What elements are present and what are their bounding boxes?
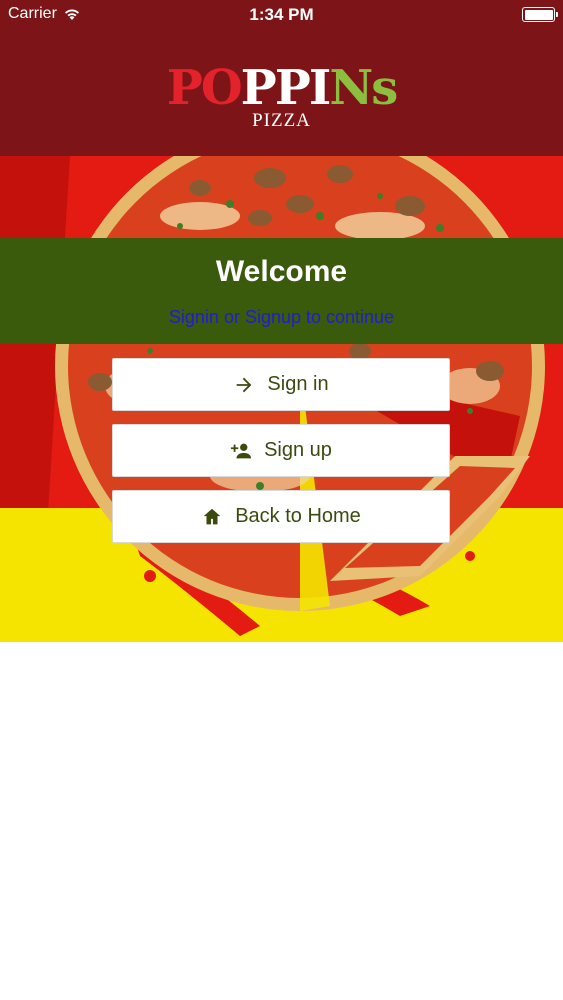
sign-up-button[interactable]: Sign up xyxy=(112,424,450,477)
back-to-home-button[interactable]: Back to Home xyxy=(112,490,450,543)
sign-up-label: Sign up xyxy=(264,439,332,461)
welcome-banner: Welcome Signin or Signup to continue xyxy=(0,238,563,344)
logo-letter: I xyxy=(308,60,331,116)
logo-letter: N xyxy=(329,60,373,116)
logo-letter: O xyxy=(200,60,243,116)
welcome-title: Welcome xyxy=(215,255,348,288)
status-time: 1:34 PM xyxy=(249,5,314,24)
logo-subtitle: PIZZA xyxy=(252,110,311,131)
logo-letter: s xyxy=(371,60,398,116)
logo-letter: P xyxy=(166,60,203,116)
app-header: Carrier 1:34 PM POPPINs PIZZA xyxy=(0,0,563,156)
person-add-icon xyxy=(230,443,252,458)
back-to-home-label: Back to Home xyxy=(235,505,361,527)
arrow-right-icon xyxy=(237,377,252,392)
sign-in-label: Sign in xyxy=(267,373,329,395)
status-bar: Carrier 1:34 PM xyxy=(0,0,563,30)
sign-in-button[interactable]: Sign in xyxy=(112,358,450,411)
logo-letter: P xyxy=(274,60,311,116)
welcome-subtitle: Signin or Signup to continue xyxy=(168,307,395,327)
battery-icon xyxy=(522,7,558,22)
logo-wordmark: POPPINs xyxy=(0,62,563,114)
logo-letter: P xyxy=(240,60,277,116)
brand-logo: POPPINs PIZZA xyxy=(0,62,563,132)
home-icon xyxy=(203,508,221,524)
